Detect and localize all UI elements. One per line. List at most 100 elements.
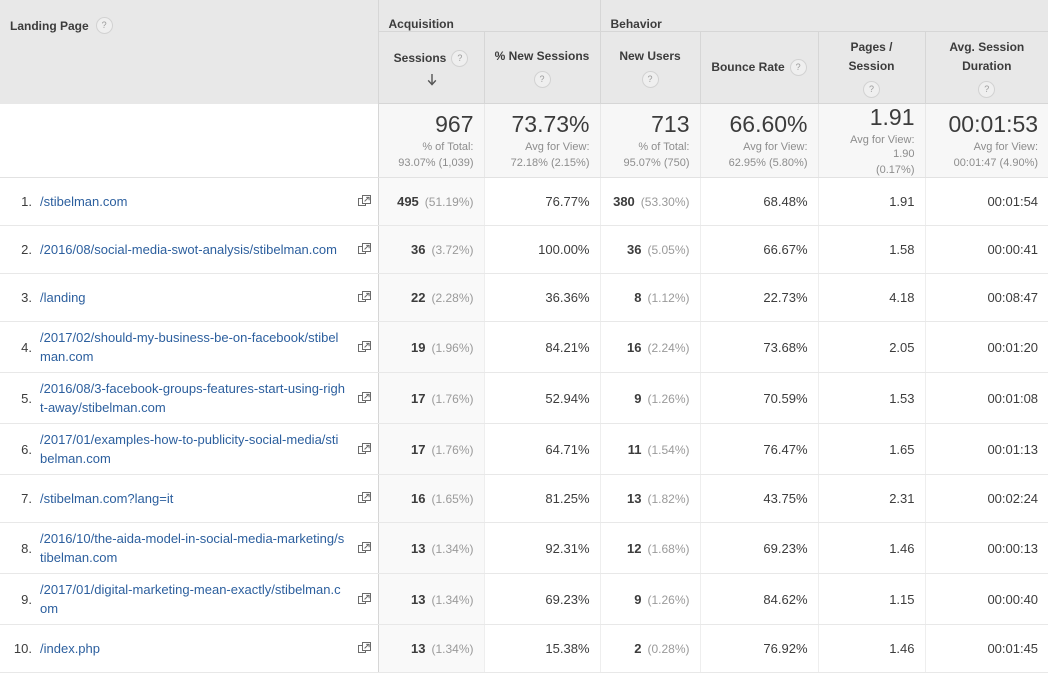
table-row: 5. /2016/08/3-facebook-groups-features-s… bbox=[0, 372, 1048, 424]
column-header-new-users[interactable]: New Users ? bbox=[600, 31, 701, 104]
open-in-new-icon[interactable] bbox=[352, 291, 378, 304]
open-in-new-icon[interactable] bbox=[352, 642, 378, 655]
cell-sessions: 16 (1.65%) bbox=[378, 474, 485, 523]
cell-pages-per-session: 1.46 bbox=[818, 624, 926, 673]
cell-new-users: 8 (1.12%) bbox=[600, 273, 701, 322]
cell-pages-per-session: 1.53 bbox=[818, 372, 926, 424]
landing-page-link[interactable]: /index.php bbox=[40, 639, 352, 658]
landing-page-link[interactable]: /2016/10/the-aida-model-in-social-media-… bbox=[40, 529, 352, 567]
help-icon[interactable]: ? bbox=[451, 49, 469, 67]
cell-avg-session-duration: 00:08:47 bbox=[925, 273, 1048, 322]
summary-pages-per-session: 1.91 Avg for View: 1.90 (0.17%) bbox=[818, 103, 926, 178]
avg-session-duration-value: 00:01:54 bbox=[987, 194, 1039, 209]
summary-new-users: 713 % of Total: 95.07% (750) bbox=[600, 103, 701, 178]
new-users-percent: (2.24%) bbox=[647, 340, 690, 355]
cell-landing-page: 5. /2016/08/3-facebook-groups-features-s… bbox=[0, 372, 379, 424]
cell-landing-page: 3. /landing bbox=[0, 273, 379, 322]
summary-row: 967 % of Total: 93.07% (1,039) 73.73% Av… bbox=[0, 103, 1048, 178]
cell-pages-per-session: 1.91 bbox=[818, 177, 926, 226]
cell-avg-session-duration: 00:01:45 bbox=[925, 624, 1048, 673]
row-index: 4. bbox=[21, 339, 32, 355]
column-header-pages-per-session[interactable]: Pages / Session ? bbox=[818, 31, 926, 104]
open-in-new-icon[interactable] bbox=[352, 243, 378, 256]
row-index: 3. bbox=[21, 290, 32, 305]
landing-page-link[interactable]: /2017/02/should-my-business-be-on-facebo… bbox=[40, 328, 352, 366]
avg-session-duration-value: 00:02:24 bbox=[987, 491, 1039, 506]
sessions-value: 13 bbox=[411, 641, 426, 656]
landing-page-link[interactable]: /stibelman.com?lang=it bbox=[40, 489, 352, 508]
sessions-percent: (1.34%) bbox=[431, 592, 474, 607]
column-header-sessions[interactable]: Sessions ? bbox=[378, 31, 485, 104]
open-in-new-icon[interactable] bbox=[352, 442, 378, 456]
summary-new-users-sub1: % of Total: bbox=[638, 141, 690, 153]
pct-new-sessions-value: 100.00% bbox=[538, 242, 590, 257]
summary-pages-per-session-sub2: (0.17%) bbox=[875, 164, 915, 176]
column-header-pct-new-sessions[interactable]: % New Sessions ? bbox=[484, 31, 601, 104]
new-users-percent: (1.12%) bbox=[647, 291, 690, 305]
summary-pages-per-session-sub1: Avg for View: 1.90 bbox=[850, 134, 915, 160]
cell-pct-new-sessions: 36.36% bbox=[484, 273, 601, 322]
pages-per-session-value: 2.31 bbox=[889, 491, 915, 506]
open-in-new-icon[interactable] bbox=[352, 391, 378, 405]
column-header-avg-session-duration[interactable]: Avg. Session Duration ? bbox=[925, 31, 1048, 104]
new-users-percent: (1.26%) bbox=[647, 592, 690, 607]
sessions-percent: (1.65%) bbox=[431, 492, 474, 506]
sessions-percent: (3.72%) bbox=[431, 243, 474, 257]
summary-sessions-sub1: % of Total: bbox=[422, 141, 474, 153]
cell-new-users: 2 (0.28%) bbox=[600, 624, 701, 673]
column-header-landing-page[interactable]: Landing Page ? bbox=[0, 0, 379, 104]
cell-sessions: 36 (3.72%) bbox=[378, 225, 485, 274]
cell-sessions: 17 (1.76%) bbox=[378, 372, 485, 424]
row-index: 2. bbox=[21, 242, 32, 257]
column-header-landing-page-label: Landing Page bbox=[10, 18, 89, 33]
sort-descending-icon[interactable] bbox=[426, 73, 438, 87]
cell-landing-page: 10. /index.php bbox=[0, 624, 379, 673]
landing-page-link[interactable]: /2017/01/digital-marketing-mean-exactly/… bbox=[40, 580, 352, 618]
cell-sessions: 13 (1.34%) bbox=[378, 624, 485, 673]
pct-new-sessions-value: 36.36% bbox=[545, 290, 590, 305]
open-in-new-icon[interactable] bbox=[352, 340, 378, 354]
summary-pct-new-sessions-sub1: Avg for View: bbox=[525, 141, 590, 153]
row-index: 8. bbox=[21, 540, 32, 556]
avg-session-duration-value: 00:00:40 bbox=[987, 591, 1039, 607]
pct-new-sessions-value: 76.77% bbox=[545, 194, 590, 209]
pct-new-sessions-value: 92.31% bbox=[545, 540, 590, 556]
open-in-new-icon[interactable] bbox=[352, 195, 378, 208]
summary-pages-per-session-value: 1.91 bbox=[869, 104, 915, 130]
landing-page-link[interactable]: /stibelman.com bbox=[40, 192, 352, 211]
help-icon[interactable]: ? bbox=[641, 71, 659, 88]
summary-avg-session-duration-value: 00:01:53 bbox=[948, 111, 1039, 137]
sessions-value: 22 bbox=[411, 290, 426, 305]
open-in-new-icon[interactable] bbox=[352, 592, 378, 606]
help-icon[interactable]: ? bbox=[533, 71, 551, 88]
summary-pct-new-sessions-sub2: 72.18% (2.15%) bbox=[510, 157, 590, 169]
cell-new-users: 9 (1.26%) bbox=[600, 573, 701, 625]
help-icon[interactable]: ? bbox=[863, 80, 880, 98]
bounce-rate-value: 73.68% bbox=[763, 339, 808, 355]
column-header-pages-per-session-label: Pages / Session bbox=[848, 39, 895, 73]
summary-bounce-rate: 66.60% Avg for View: 62.95% (5.80%) bbox=[700, 103, 819, 178]
cell-new-users: 11 (1.54%) bbox=[600, 423, 701, 475]
cell-pages-per-session: 1.46 bbox=[818, 522, 926, 574]
cell-pages-per-session: 1.65 bbox=[818, 423, 926, 475]
pages-per-session-value: 4.18 bbox=[889, 290, 915, 305]
landing-page-link[interactable]: /2016/08/3-facebook-groups-features-star… bbox=[40, 379, 352, 417]
pages-per-session-value: 1.46 bbox=[889, 540, 915, 556]
group-header-behavior-label: Behavior bbox=[610, 17, 662, 31]
column-header-bounce-rate[interactable]: Bounce Rate ? bbox=[700, 31, 819, 104]
landing-page-link[interactable]: /landing bbox=[40, 288, 352, 307]
bounce-rate-value: 84.62% bbox=[763, 591, 808, 607]
open-in-new-icon[interactable] bbox=[352, 492, 378, 505]
landing-page-link[interactable]: /2017/01/examples-how-to-publicity-socia… bbox=[40, 430, 352, 468]
pages-per-session-value: 1.53 bbox=[889, 390, 915, 406]
sessions-value: 13 bbox=[411, 540, 426, 556]
landing-page-link[interactable]: /2016/08/social-media-swot-analysis/stib… bbox=[40, 240, 352, 259]
help-icon[interactable]: ? bbox=[978, 80, 996, 98]
summary-bounce-rate-sub1: Avg for View: bbox=[743, 141, 808, 153]
help-icon[interactable]: ? bbox=[95, 17, 113, 34]
new-users-value: 36 bbox=[627, 242, 642, 257]
cell-landing-page: 8. /2016/10/the-aida-model-in-social-med… bbox=[0, 522, 379, 574]
avg-session-duration-value: 00:00:41 bbox=[987, 242, 1039, 257]
open-in-new-icon[interactable] bbox=[352, 541, 378, 555]
help-icon[interactable]: ? bbox=[789, 59, 807, 76]
